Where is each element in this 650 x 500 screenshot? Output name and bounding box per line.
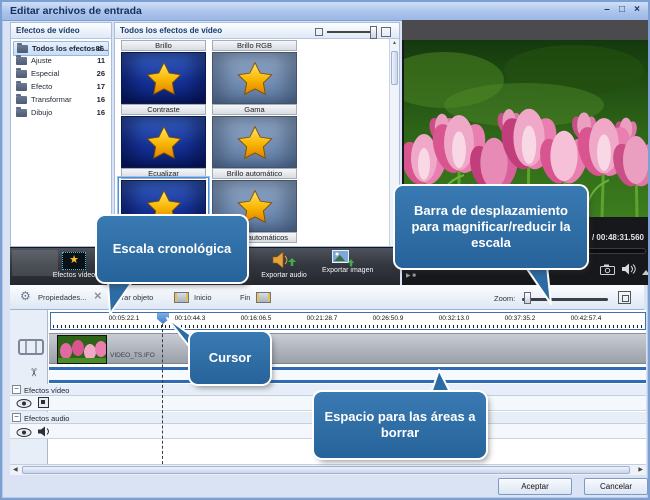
- maximize-button[interactable]: □: [615, 4, 629, 15]
- video-track-icon: [18, 339, 44, 355]
- preview-time-display: / 00:48:31.560: [592, 233, 644, 242]
- tree-item[interactable]: Efecto 17: [13, 80, 109, 93]
- tree-item-label: Especial: [31, 69, 59, 78]
- tree-item[interactable]: Ajuste 11: [13, 54, 109, 67]
- title-bar: Editar archivos de entrada – □ ×: [2, 2, 648, 21]
- speaker-icon[interactable]: [38, 426, 51, 437]
- tree-item[interactable]: Transformar 16: [13, 93, 109, 106]
- ruler-tick-label: 00:21:28.7: [307, 315, 338, 322]
- tree-item-count: 26: [97, 69, 105, 78]
- properties-button[interactable]: Propiedades...: [38, 293, 86, 302]
- folder-icon: [16, 70, 27, 78]
- effect-label-plate[interactable]: Brillo RGB: [212, 40, 297, 51]
- tree-item-label: Transformar: [31, 95, 72, 104]
- ruler-tick-label: 00:42:57.4: [571, 315, 602, 322]
- dialog-window: Editar archivos de entrada – □ × Efectos…: [0, 0, 650, 500]
- folder-icon: [17, 45, 28, 53]
- collapse-icon[interactable]: −: [12, 413, 21, 422]
- folder-icon: [16, 96, 27, 104]
- callout-zoom-bar: Barra de desplazamiento para magnificar/…: [395, 186, 587, 268]
- tree-item-count: 16: [97, 108, 105, 117]
- callout-cursor: Cursor: [190, 332, 270, 384]
- thumb-size-slider-handle[interactable]: [370, 26, 377, 39]
- callout-tail: [517, 264, 567, 308]
- cancel-button[interactable]: Cancelar: [584, 478, 648, 495]
- effect-label-plate[interactable]: Contraste: [121, 104, 206, 115]
- expand-icon[interactable]: [642, 270, 650, 275]
- effects-category-header: Efectos de vídeo: [11, 23, 111, 39]
- timeline-hscrollbar-thumb[interactable]: [22, 466, 630, 474]
- effects-list-panel: Todos los efectos de vídeo BrilloBrillo …: [114, 22, 400, 247]
- effects-scrollbar-thumb[interactable]: [391, 51, 398, 85]
- tree-item-label: Ajuste: [31, 56, 52, 65]
- export-image-icon: [332, 250, 354, 267]
- effects-tree: Todos los efectos d...86Ajuste11Especial…: [11, 39, 111, 246]
- ruler-ticks: [53, 325, 643, 328]
- playback-controls-partial[interactable]: ▶ ■: [406, 272, 416, 279]
- volume-icon[interactable]: [622, 263, 636, 275]
- collapse-icon[interactable]: −: [12, 385, 21, 394]
- close-button[interactable]: ×: [630, 4, 644, 15]
- export-audio-icon: [272, 251, 296, 269]
- effect-thumbnail[interactable]: [212, 52, 297, 104]
- effect-label-plate[interactable]: Gama: [212, 104, 297, 115]
- eye-icon[interactable]: [16, 399, 32, 408]
- effect-thumbnail[interactable]: [121, 52, 206, 104]
- mark-start-button[interactable]: Inicio: [194, 293, 212, 302]
- thumb-size-slider[interactable]: [327, 31, 375, 33]
- scroll-up-icon[interactable]: ▲: [390, 39, 399, 47]
- thumb-size-small-icon: [315, 28, 323, 36]
- folder-icon: [16, 109, 27, 117]
- folder-icon: [16, 57, 27, 65]
- erase-areas-track[interactable]: [49, 367, 646, 383]
- fit-to-screen-icon[interactable]: [618, 291, 631, 304]
- effect-thumbnail[interactable]: [121, 116, 206, 168]
- tree-item-count: 16: [97, 95, 105, 104]
- clip-thumbnail[interactable]: [57, 335, 107, 364]
- gear-icon[interactable]: ⚙: [20, 289, 31, 303]
- snapshot-icon[interactable]: [600, 264, 615, 275]
- ruler-tick-label: 00:26:50.9: [373, 315, 404, 322]
- callout-tail: [94, 280, 144, 316]
- ruler-tick-label: 00:48:: [645, 315, 646, 322]
- folder-icon: [16, 83, 27, 91]
- scroll-right-icon[interactable]: ▶: [638, 465, 643, 476]
- ruler-tick-label: 00:37:35.2: [505, 315, 536, 322]
- ruler-tick-label: 00:32:13.0: [439, 315, 470, 322]
- ruler-tick-label: 00:16:06.5: [241, 315, 272, 322]
- effect-thumbnail[interactable]: [212, 116, 297, 168]
- ruler-tick-label: 00:05:22.1: [109, 315, 140, 322]
- effect-label-plate[interactable]: Brillo: [121, 40, 206, 51]
- effects-category-panel: Efectos de vídeo Todos los efectos d...8…: [10, 22, 112, 247]
- tree-item-label: Efecto: [31, 82, 52, 91]
- effects-grid: BrilloBrillo RGBContrasteGamaEcualizarBr…: [115, 39, 389, 246]
- minimize-button[interactable]: –: [600, 4, 614, 15]
- eye-icon[interactable]: [16, 428, 32, 437]
- clip-name: VIDEO_TS.IFO: [110, 352, 155, 359]
- thumb-size-large-icon: [381, 27, 391, 37]
- callout-erase-space: Espacio para las áreas a borrar: [314, 392, 486, 458]
- callout-timeline-scale: Escala cronológica: [97, 216, 247, 282]
- window-title: Editar archivos de entrada: [10, 5, 142, 17]
- effect-label-plate[interactable]: Brillo automático: [212, 168, 297, 179]
- film-star-icon: ★: [62, 252, 86, 270]
- mark-end-button[interactable]: Fin: [240, 293, 250, 302]
- tree-item-count: 86: [96, 44, 104, 53]
- mark-end-icon[interactable]: [256, 292, 271, 303]
- preview-letterbox: [402, 20, 650, 40]
- tree-item-count: 11: [97, 56, 105, 65]
- ok-button[interactable]: Aceptar: [498, 478, 572, 495]
- tree-item-count: 17: [97, 82, 105, 91]
- video-track[interactable]: [49, 333, 646, 364]
- scissors-icon[interactable]: ✂: [27, 368, 40, 377]
- mark-start-icon[interactable]: [174, 292, 189, 303]
- tree-item[interactable]: Dibujo 16: [13, 106, 109, 119]
- tree-item[interactable]: Especial 26: [13, 67, 109, 80]
- effect-box-icon[interactable]: [38, 397, 49, 408]
- scroll-left-icon[interactable]: ◀: [13, 465, 18, 476]
- zoom-label: Zoom:: [494, 294, 515, 303]
- tree-item-label: Dibujo: [31, 108, 52, 117]
